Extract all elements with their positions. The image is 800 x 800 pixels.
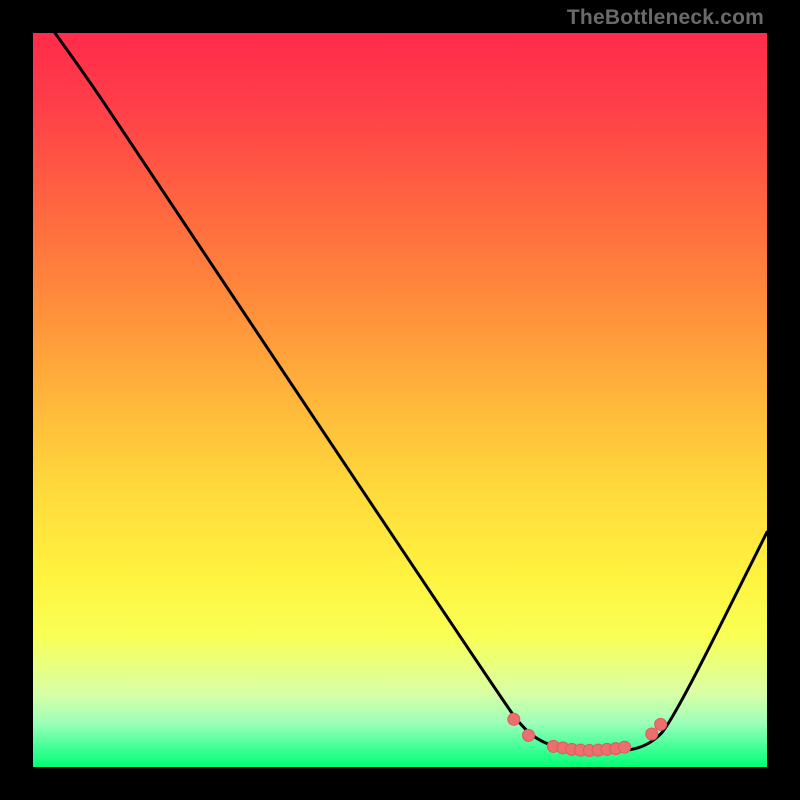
chart-frame: TheBottleneck.com bbox=[0, 0, 800, 800]
marker-layer bbox=[508, 713, 667, 756]
curve-marker bbox=[655, 718, 667, 730]
curve-marker bbox=[646, 728, 658, 740]
bottleneck-curve-path bbox=[55, 33, 767, 752]
curve-marker bbox=[523, 729, 535, 741]
curve-marker bbox=[508, 713, 520, 725]
curve-layer bbox=[55, 33, 767, 752]
chart-svg bbox=[33, 33, 767, 767]
attribution-label: TheBottleneck.com bbox=[567, 6, 764, 30]
curve-marker bbox=[619, 741, 631, 753]
